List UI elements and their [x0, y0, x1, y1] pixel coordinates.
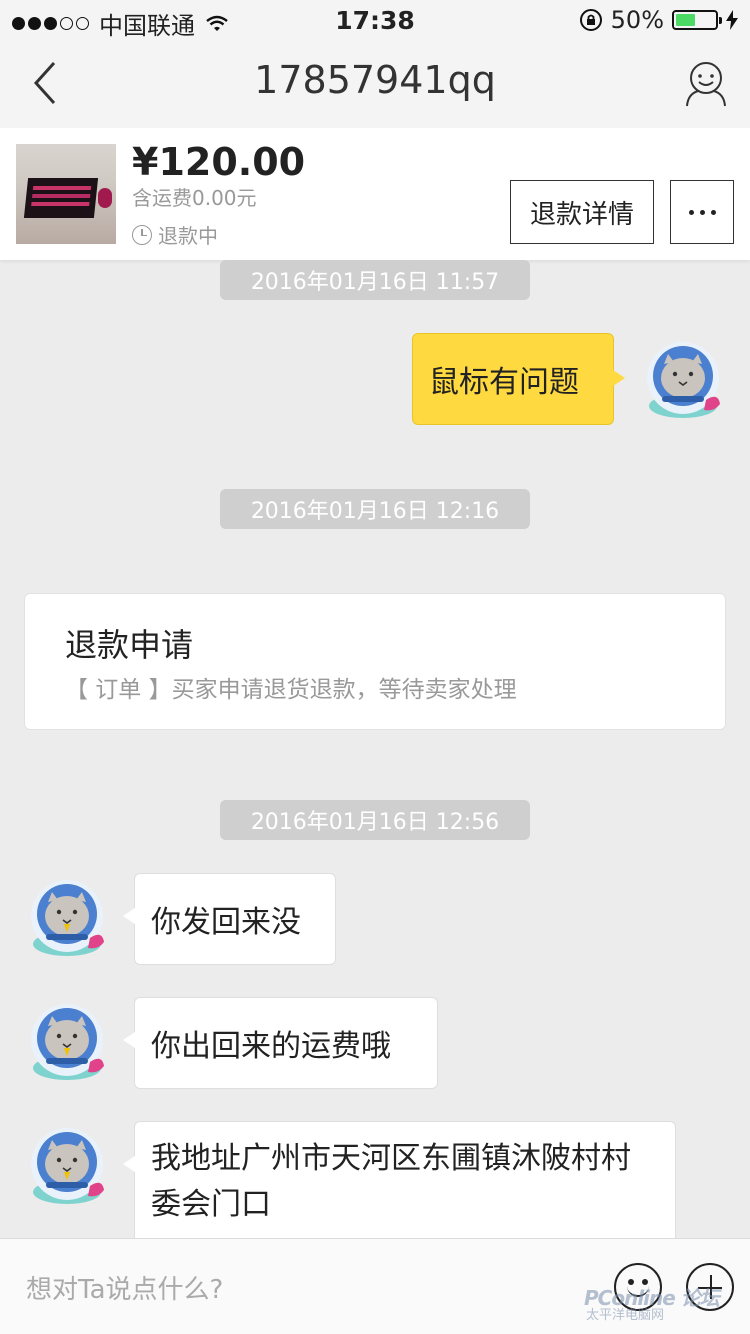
- battery-icon: [672, 10, 722, 30]
- refund-detail-button[interactable]: 退款详情: [510, 180, 654, 244]
- seller-avatar[interactable]: [22, 872, 112, 962]
- order-card[interactable]: ¥120.00 含运费0.00元 退款中 退款详情: [0, 128, 750, 260]
- more-dots-icon[interactable]: [670, 180, 734, 244]
- my-message-bubble[interactable]: 鼠标有问题: [412, 333, 625, 425]
- seller-message-bubble[interactable]: 你发回来没: [123, 873, 336, 965]
- message-timestamp: 2016年01月16日 12:16: [220, 489, 530, 529]
- user-face-icon[interactable]: [684, 60, 728, 108]
- seller-message-bubble[interactable]: 你出回来的运费哦: [123, 997, 438, 1089]
- message-timestamp: 2016年01月16日 11:57: [220, 260, 530, 300]
- battery-percent: 50%: [610, 6, 664, 34]
- status-bar: 中国联通 17:38 50%: [0, 0, 750, 40]
- charging-bolt-icon: [726, 10, 738, 30]
- refund-status: 退款中: [132, 220, 218, 249]
- navigation-bar: 17857941qq: [0, 40, 750, 128]
- product-thumbnail[interactable]: [16, 144, 116, 244]
- refund-status-label: 退款中: [158, 224, 218, 248]
- refund-request-card[interactable]: 退款申请 【 订单 】买家申请退货退款，等待卖家处理: [24, 593, 726, 730]
- seller-avatar[interactable]: [22, 996, 112, 1086]
- seller-avatar[interactable]: [22, 1120, 112, 1210]
- clock-icon: [132, 224, 152, 245]
- refund-request-description: 【 订单 】买家申请退货退款，等待卖家处理: [65, 677, 517, 703]
- rotation-lock-icon: [579, 9, 602, 31]
- refund-request-title: 退款申请: [65, 626, 194, 664]
- message-timestamp: 2016年01月16日 12:56: [220, 800, 530, 840]
- message-input[interactable]: 想对Ta说点什么?: [26, 1269, 223, 1306]
- watermark-sub: 太平洋电脑网: [586, 1308, 665, 1323]
- chat-title: 17857941qq: [254, 58, 496, 102]
- shipping-fee: 含运费0.00元: [132, 186, 257, 210]
- my-avatar[interactable]: [638, 334, 728, 424]
- order-price: ¥120.00: [132, 140, 306, 184]
